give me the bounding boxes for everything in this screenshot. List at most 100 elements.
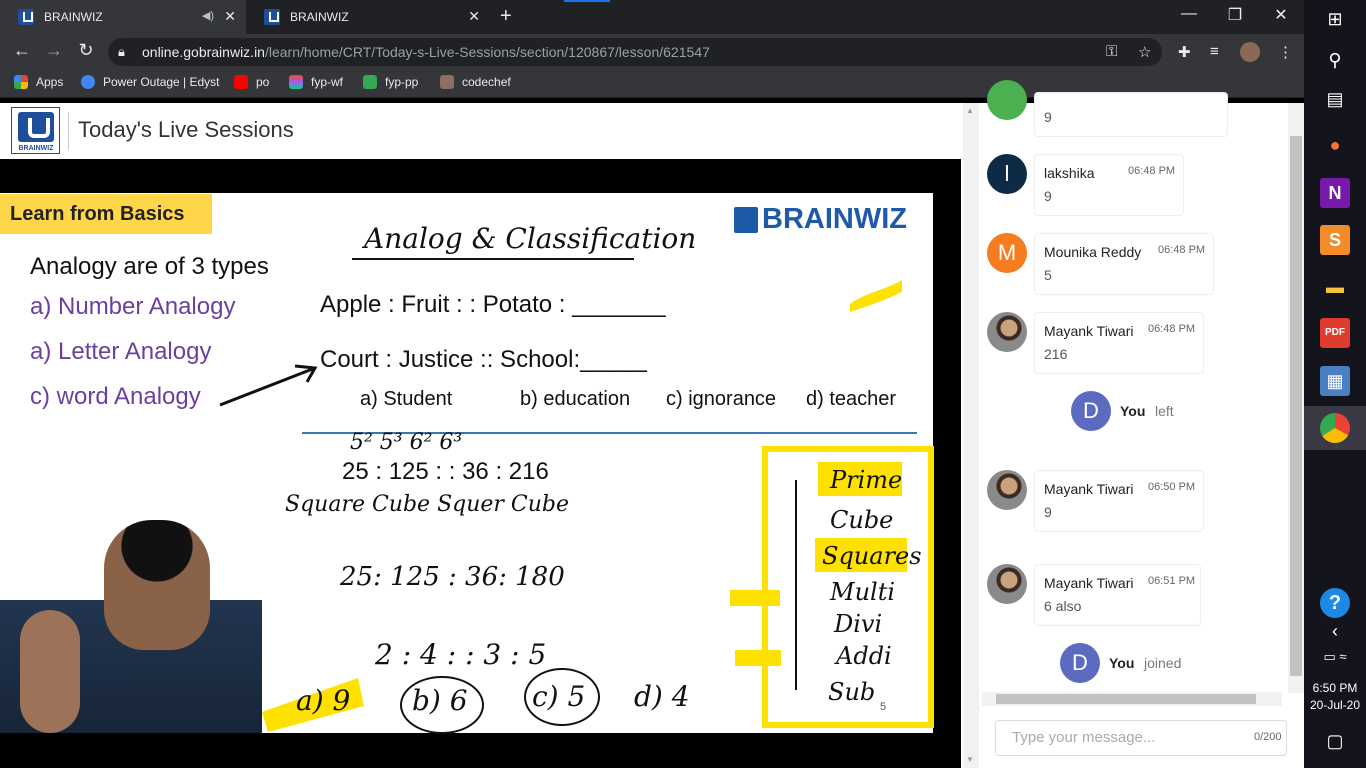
chat-avatar-photo	[987, 470, 1027, 510]
bookmark-fyp-wf[interactable]: fyp-wf	[289, 75, 343, 89]
bookmark-codechef[interactable]: codechef	[440, 75, 511, 89]
list-item-divi: Divi	[834, 610, 883, 638]
logo-mark-icon	[18, 112, 54, 142]
star-icon[interactable]: ☆	[1138, 43, 1151, 61]
chat-left-scrollbar[interactable]	[963, 103, 979, 768]
presenter-hand	[20, 610, 80, 733]
hw-series: 25 : 125 : : 36 : 216	[342, 458, 549, 485]
chat-avatar: D	[1071, 391, 1111, 431]
chat-sender-name: lakshika	[1044, 165, 1095, 181]
chat-event-name: You	[1120, 403, 1146, 419]
hw-answer-d: d) 4	[634, 680, 690, 713]
file-explorer-icon[interactable]: ▬	[1320, 272, 1350, 302]
key-icon[interactable]: ⚿	[1106, 43, 1117, 60]
brainwiz-favicon-icon	[264, 9, 280, 25]
list-item-squares: Squares	[822, 542, 922, 570]
close-tab-icon[interactable]: ✕	[468, 8, 480, 25]
bookmark-label: Apps	[36, 75, 64, 89]
list-item-prime: Prime	[830, 466, 903, 494]
codechef-icon	[440, 75, 454, 89]
brand-mark-icon	[734, 206, 758, 233]
media-control-icon[interactable]: ≡	[1210, 43, 1219, 60]
chrome-icon[interactable]	[1320, 413, 1350, 443]
bookmark-label: fyp-pp	[385, 75, 419, 89]
chat-avatar: l	[987, 154, 1027, 194]
chat-message-text: 9	[1044, 504, 1052, 520]
chat-sender-name: Mayank Tiwari	[1044, 323, 1134, 339]
extensions-icon[interactable]: ✚	[1178, 43, 1191, 61]
answer-c-circle	[524, 668, 600, 726]
search-icon[interactable]: ⚲	[1320, 45, 1350, 75]
task-view-icon[interactable]: ▤	[1320, 84, 1350, 114]
bookmark-power-outage[interactable]: Power Outage | Edyst	[81, 75, 220, 89]
bookmark-label: codechef	[462, 75, 511, 89]
heading-underline	[352, 258, 634, 260]
option-c: c) ignorance	[666, 388, 777, 410]
restore-icon[interactable]: ❐	[1212, 5, 1258, 25]
close-window-icon[interactable]: ✕	[1258, 5, 1304, 25]
calculator-icon[interactable]: ▦	[1320, 366, 1350, 396]
chat-input-placeholder: Type your message...	[1012, 729, 1156, 746]
answer-b-circle	[400, 676, 484, 734]
windows-start-icon[interactable]: ⊞	[1320, 4, 1350, 34]
media-indicator	[564, 0, 610, 2]
chat-message	[1034, 233, 1214, 295]
close-tab-icon[interactable]: ✕	[224, 8, 236, 25]
list-item-addi: Addi	[836, 642, 892, 670]
firefox-icon[interactable]: ●	[1320, 130, 1350, 160]
chat-avatar	[987, 80, 1027, 120]
chat-message-text: 9	[1044, 109, 1052, 125]
url-text[interactable]: online.gobrainwiz.in/learn/home/CRT/Toda…	[142, 44, 710, 60]
yellow-bar-2	[735, 650, 781, 666]
reload-icon[interactable]: ↻	[74, 40, 98, 61]
option-a: a) Student	[360, 388, 453, 410]
taskbar-clock[interactable]: 6:50 PM 20-Jul-20	[1304, 680, 1366, 714]
chat-time: 06:48 PM	[1158, 244, 1206, 256]
slide-number: 5	[880, 701, 887, 713]
chat-sender-name: Mayank Tiwari	[1044, 575, 1134, 591]
chat-scroll-thumb[interactable]	[1290, 136, 1302, 676]
onenote-icon[interactable]: N	[1320, 178, 1350, 208]
sublime-icon[interactable]: S	[1320, 225, 1350, 255]
chat-avatar: M	[987, 233, 1027, 273]
presenter-head	[104, 520, 210, 650]
list-arrow	[795, 480, 797, 690]
yellow-bar-1	[730, 590, 780, 606]
minimize-icon[interactable]: —	[1166, 5, 1212, 23]
chat-time: 06:50 PM	[1148, 481, 1196, 493]
bookmark-fyp-pp[interactable]: fyp-pp	[363, 75, 418, 89]
chat-avatar-photo	[987, 564, 1027, 604]
notifications-icon[interactable]: ▢	[1320, 726, 1350, 756]
option-b: b) education	[520, 388, 631, 410]
chat-message-text: 9	[1044, 188, 1052, 204]
back-icon[interactable]: ←	[10, 40, 34, 61]
option-d: d) teacher	[806, 388, 897, 410]
speaker-icon[interactable]: ◀)	[202, 9, 214, 22]
chat-avatar-photo	[987, 312, 1027, 352]
slide-heading-handwritten: Analog & Classification	[364, 222, 697, 255]
url-host: online.gobrainwiz.in	[142, 44, 265, 60]
scroll-down-icon[interactable]: ▼	[966, 755, 974, 764]
chat-time: 06:48 PM	[1128, 165, 1176, 177]
tab-label: BRAINWIZ	[290, 10, 349, 24]
profile-avatar[interactable]	[1240, 42, 1260, 62]
logo-text: BRAINWIZ	[18, 145, 54, 152]
brainwiz-logo[interactable]: BRAINWIZ	[11, 107, 60, 154]
chat-time: 06:51 PM	[1148, 575, 1196, 587]
page-title: Today's Live Sessions	[78, 117, 294, 142]
bookmark-po[interactable]: po	[234, 75, 269, 89]
tab-label: BRAINWIZ	[44, 10, 103, 24]
new-tab-icon[interactable]: +	[500, 5, 512, 28]
forward-icon[interactable]: →	[42, 40, 66, 61]
help-icon[interactable]: ?	[1320, 588, 1350, 618]
menu-icon[interactable]: ⋮	[1278, 43, 1293, 61]
figma-icon	[289, 75, 303, 89]
battery-wifi-icon[interactable]: ▭ ≈	[1320, 642, 1350, 672]
pdf-icon[interactable]: PDF	[1320, 318, 1350, 348]
chat-sender-name: Mounika Reddy	[1044, 244, 1142, 260]
bookmark-apps[interactable]: Apps	[14, 75, 63, 89]
tab-brainwiz-active[interactable]: BRAINWIZ ◀) ✕	[0, 0, 246, 34]
chat-hscroll-thumb[interactable]	[996, 694, 1256, 704]
tab-brainwiz[interactable]: BRAINWIZ ✕	[246, 0, 490, 34]
scroll-up-icon[interactable]: ▲	[966, 106, 974, 115]
